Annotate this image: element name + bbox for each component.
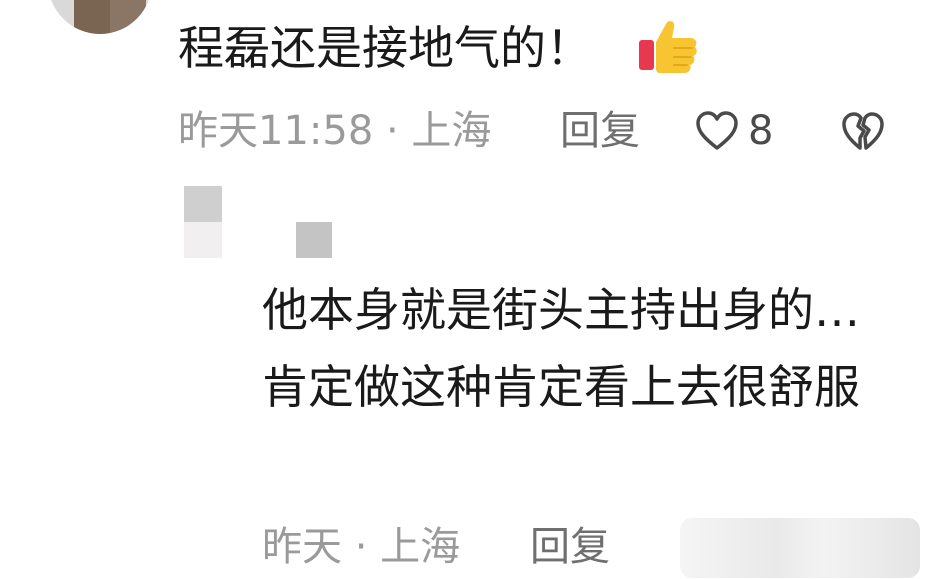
- avatar-mosaic: [74, 0, 110, 34]
- comment-text: 程磊还是接地气的！: [178, 21, 592, 75]
- reply-avatar-mosaic: [184, 186, 222, 222]
- commenter-avatar[interactable]: [48, 0, 152, 34]
- avatar-mosaic: [110, 0, 146, 34]
- reply-meta: 昨天 · 上海: [262, 524, 461, 570]
- reply-avatar-mosaic: [184, 222, 222, 258]
- like-count: 8: [748, 108, 774, 154]
- like-button[interactable]: 8: [694, 104, 773, 158]
- thumbs-up-emoji-icon: [639, 20, 697, 73]
- reply-button[interactable]: 回复: [560, 104, 640, 158]
- reply-username-mosaic: [296, 222, 332, 258]
- broken-heart-icon[interactable]: [840, 108, 886, 154]
- reply-text: 他本身就是街头主持出身的…肯定做这种肯定看上去很舒服: [262, 283, 860, 414]
- heart-outline-icon: [696, 111, 738, 150]
- blurred-content: [680, 518, 920, 578]
- comment-meta: 昨天11:58 · 上海: [178, 108, 492, 154]
- reply-button[interactable]: 回复: [530, 520, 610, 574]
